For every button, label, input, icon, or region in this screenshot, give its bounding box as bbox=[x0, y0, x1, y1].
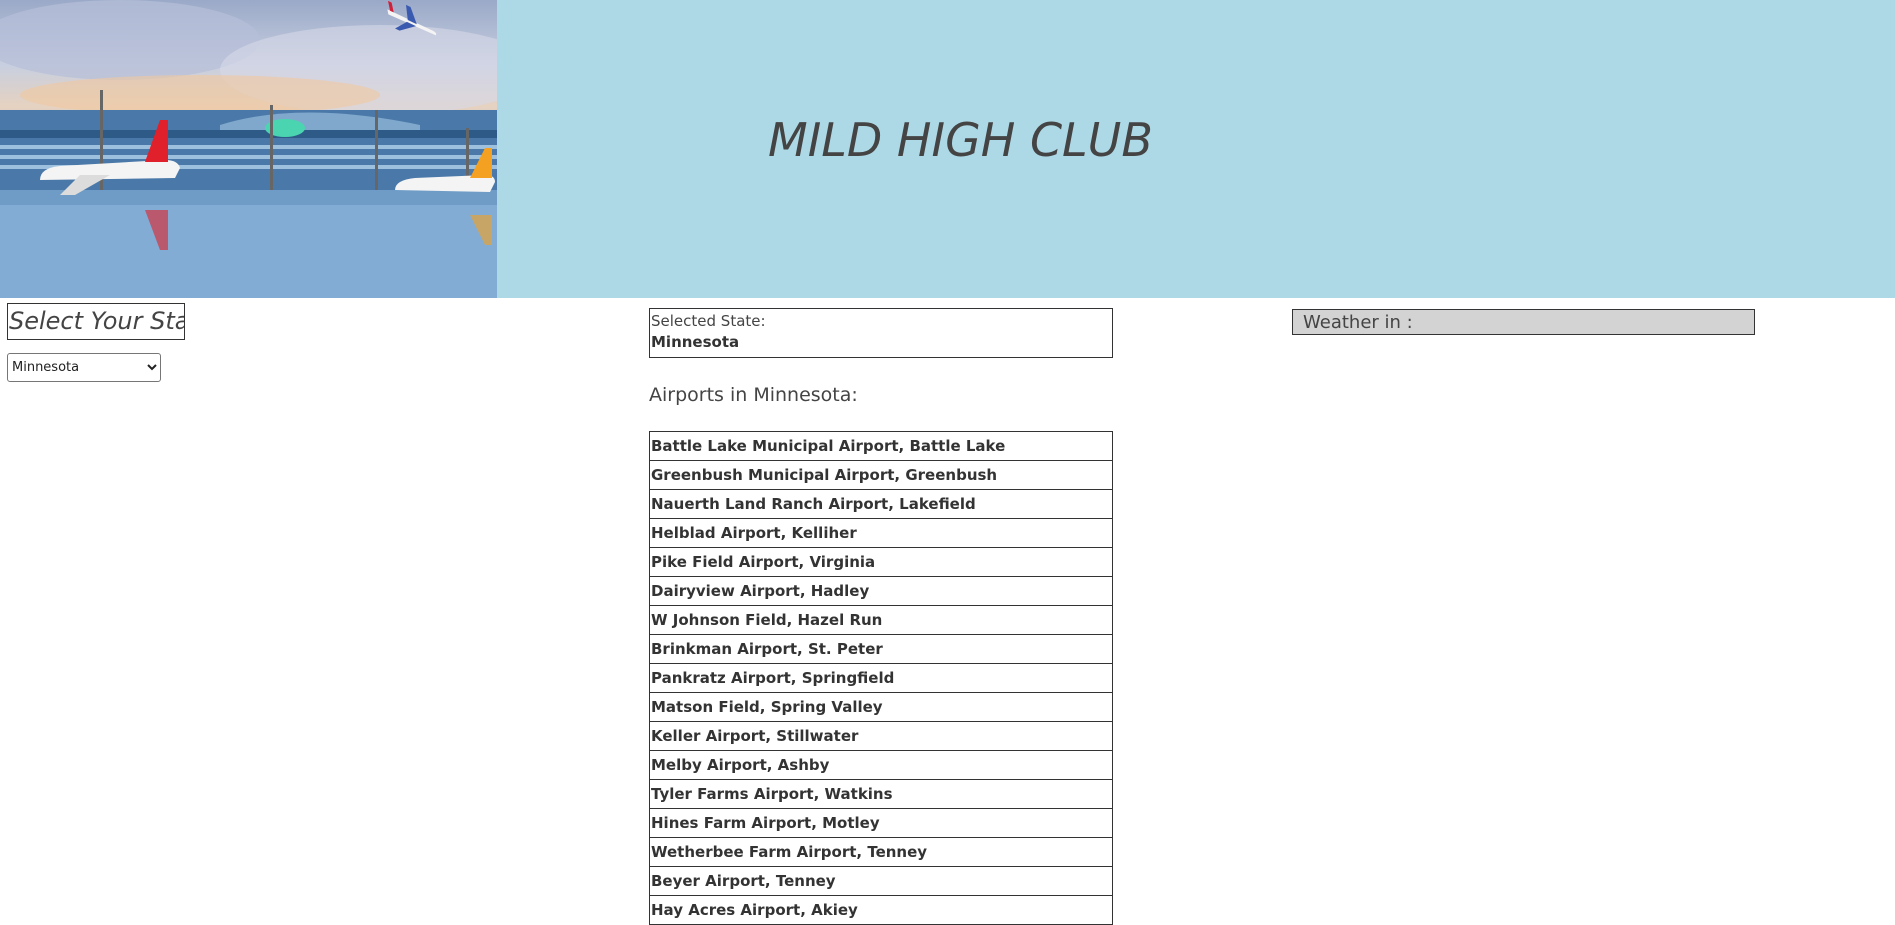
selected-state-box: Selected State: Minnesota bbox=[649, 308, 1113, 358]
airport-list-item: Pankratz Airport, Springfield bbox=[649, 664, 1113, 693]
airport-hero-image bbox=[0, 0, 497, 298]
airport-list-item: Matson Field, Spring Valley bbox=[649, 693, 1113, 722]
airport-list: Battle Lake Municipal Airport, Battle La… bbox=[649, 431, 1113, 925]
airport-list-item: Greenbush Municipal Airport, Greenbush bbox=[649, 461, 1113, 490]
airport-list-item: Brinkman Airport, St. Peter bbox=[649, 635, 1113, 664]
airport-list-item: W Johnson Field, Hazel Run bbox=[649, 606, 1113, 635]
weather-box: Weather in : bbox=[1292, 309, 1755, 335]
airport-list-item: Wetherbee Farm Airport, Tenney bbox=[649, 838, 1113, 867]
selected-state-value: Minnesota bbox=[651, 333, 740, 351]
airport-list-item: Battle Lake Municipal Airport, Battle La… bbox=[649, 431, 1113, 461]
airports-heading: Airports in Minnesota: bbox=[649, 384, 858, 406]
airport-list-item: Keller Airport, Stillwater bbox=[649, 722, 1113, 751]
airport-list-item: Helblad Airport, Kelliher bbox=[649, 519, 1113, 548]
airport-list-item: Pike Field Airport, Virginia bbox=[649, 548, 1113, 577]
airport-list-item: Dairyview Airport, Hadley bbox=[649, 577, 1113, 606]
selected-state-label: Selected State: bbox=[651, 312, 766, 330]
airport-list-item: Hines Farm Airport, Motley bbox=[649, 809, 1113, 838]
airport-list-item: Tyler Farms Airport, Watkins bbox=[649, 780, 1113, 809]
state-select[interactable]: Minnesota bbox=[7, 353, 161, 382]
airport-list-item: Beyer Airport, Tenney bbox=[649, 867, 1113, 896]
airport-list-item: Hay Acres Airport, Akiey bbox=[649, 896, 1113, 925]
site-header: MILD HIGH CLUB bbox=[0, 0, 1895, 298]
airport-list-item: Melby Airport, Ashby bbox=[649, 751, 1113, 780]
site-title: MILD HIGH CLUB bbox=[768, 113, 1153, 167]
select-state-heading: Select Your State bbox=[7, 303, 185, 340]
airport-list-item: Nauerth Land Ranch Airport, Lakefield bbox=[649, 490, 1113, 519]
